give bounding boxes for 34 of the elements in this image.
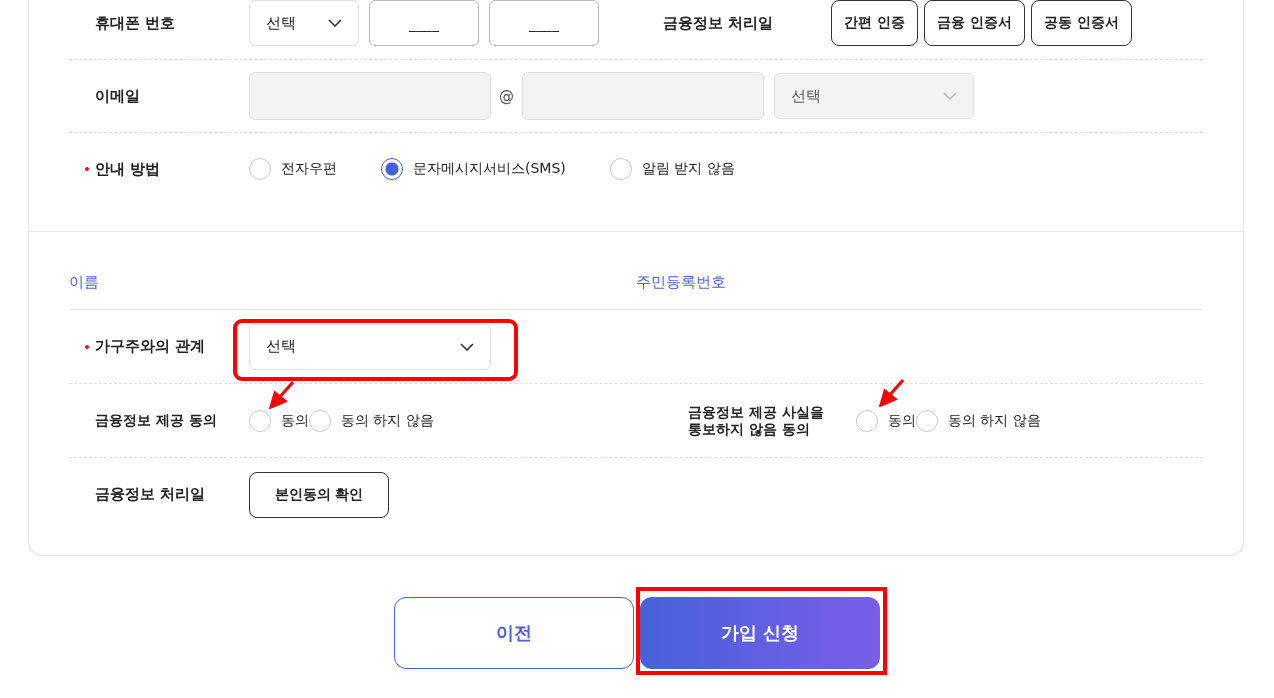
relation-select[interactable]: 선택 (249, 323, 491, 370)
name-label: 이름 (69, 273, 100, 292)
resident-number-label: 주민등록번호 (636, 273, 727, 292)
phone-input-field[interactable]: ____ (369, 0, 479, 46)
chevron-down-icon (328, 19, 342, 27)
field-label: 안내 방법 (94, 159, 161, 179)
arrow-icon (879, 379, 905, 407)
radio-label: 문자메시지서비스(SMS) (413, 160, 566, 178)
radio-label: 동의 하지 않음 (341, 411, 434, 430)
field-label: 금융정보 처리일 (662, 13, 775, 33)
auth-button[interactable]: 간편 인증 (831, 0, 918, 46)
auth-button[interactable]: 금융 인증서 (923, 0, 1025, 46)
arrow-icon (269, 381, 295, 409)
field-label: 휴대폰 번호 (94, 13, 176, 33)
radio-label: 동의 (888, 411, 916, 430)
field-label: 가구주와의 관계 (94, 337, 206, 356)
radio-button[interactable] (381, 158, 403, 180)
chevron-down-icon (943, 92, 957, 100)
submit-button[interactable]: 가입 신청 (640, 597, 880, 669)
radio-label: 동의 하지 않음 (948, 411, 1041, 430)
radio-label: 알림 받지 않음 (641, 160, 735, 178)
radio-label: 동의 (281, 411, 309, 430)
consent-check-button[interactable]: 본인동의 확인 (249, 471, 389, 518)
phone-input-field[interactable]: ____ (489, 0, 599, 46)
previous-button[interactable]: 이전 (394, 597, 634, 669)
field-label: 금융정보 제공 사실을 통보하지 않음 동의 (687, 404, 825, 437)
carrier-select[interactable]: 선택 (249, 0, 359, 46)
field-label: 이메일 (94, 86, 140, 106)
field-label: 금융정보 제공 동의 (94, 412, 218, 429)
at-sign: @ (499, 87, 514, 105)
field-label: 금융정보 처리일 (94, 485, 206, 504)
radio-label: 전자우편 (281, 160, 337, 178)
auth-button[interactable]: 공동 인증서 (1030, 0, 1132, 46)
chevron-down-icon (460, 342, 474, 351)
